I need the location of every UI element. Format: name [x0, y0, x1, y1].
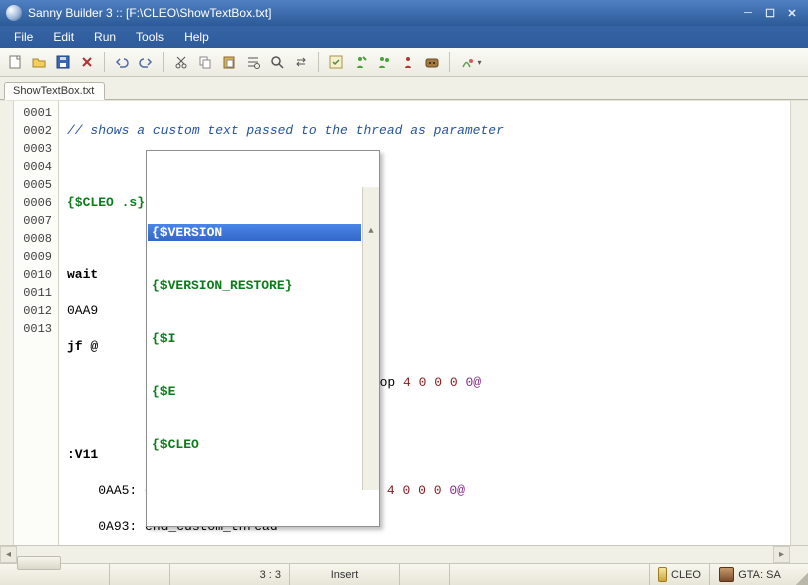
- close-file-button[interactable]: [76, 51, 98, 73]
- status-cell: [400, 564, 450, 585]
- toolbar-separator: [449, 52, 450, 72]
- scroll-up-icon[interactable]: ▲: [363, 223, 379, 238]
- vertical-scrollbar[interactable]: [790, 101, 808, 545]
- close-button[interactable]: ✕: [782, 5, 802, 21]
- decompile-button[interactable]: [397, 51, 419, 73]
- toolbar-separator: [318, 52, 319, 72]
- title-bar: Sanny Builder 3 :: [F:\CLEO\ShowTextBox.…: [0, 0, 808, 26]
- autocomplete-scrollbar[interactable]: ▲: [362, 187, 379, 490]
- compile-and-run-button[interactable]: [373, 51, 395, 73]
- editor: 000100020003 000400050006 000700080009 0…: [0, 100, 808, 545]
- game-icon: [719, 567, 734, 582]
- replace-button[interactable]: [290, 51, 312, 73]
- autocomplete-popup[interactable]: {$VERSION {$VERSION_RESTORE} {$I {$E {$C…: [146, 150, 380, 527]
- scroll-left-button[interactable]: ◂: [0, 546, 17, 563]
- window-title: Sanny Builder 3 :: [F:\CLEO\ShowTextBox.…: [28, 6, 736, 20]
- menu-run[interactable]: Run: [84, 28, 126, 46]
- resize-grip[interactable]: [790, 564, 808, 585]
- autocomplete-item[interactable]: {$VERSION: [148, 224, 361, 241]
- app-icon: [6, 5, 22, 21]
- autocomplete-list: {$VERSION {$VERSION_RESTORE} {$I {$E {$C…: [147, 187, 362, 490]
- scroll-thumb[interactable]: [17, 556, 61, 570]
- run-button[interactable]: [349, 51, 371, 73]
- cleo-icon: [658, 567, 667, 582]
- autocomplete-item[interactable]: {$E: [148, 383, 361, 400]
- scroll-right-button[interactable]: ▸: [773, 546, 790, 563]
- tab-label: ShowTextBox.txt: [13, 85, 94, 97]
- toolbar-separator: [163, 52, 164, 72]
- menu-help[interactable]: Help: [174, 28, 219, 46]
- save-file-button[interactable]: [52, 51, 74, 73]
- undo-button[interactable]: [111, 51, 133, 73]
- menu-bar: File Edit Run Tools Help: [0, 26, 808, 48]
- app-window: Sanny Builder 3 :: [F:\CLEO\ShowTextBox.…: [0, 0, 808, 585]
- tab-strip: ShowTextBox.txt: [0, 77, 808, 100]
- maximize-button[interactable]: ☐: [760, 5, 780, 21]
- autocomplete-item[interactable]: {$CLEO: [148, 436, 361, 453]
- search-button[interactable]: [266, 51, 288, 73]
- menu-file[interactable]: File: [4, 28, 43, 46]
- bookmark-gutter[interactable]: [0, 101, 14, 545]
- status-game[interactable]: GTA: SA: [710, 564, 790, 585]
- open-file-button[interactable]: [28, 51, 50, 73]
- status-cleo[interactable]: CLEO: [650, 564, 710, 585]
- menu-tools[interactable]: Tools: [126, 28, 174, 46]
- find-button[interactable]: [242, 51, 264, 73]
- status-insert-mode: Insert: [290, 564, 400, 585]
- horizontal-scrollbar[interactable]: ◂ ▸: [0, 545, 808, 563]
- new-file-button[interactable]: [4, 51, 26, 73]
- compile-button[interactable]: [325, 51, 347, 73]
- toolbar: ▾: [0, 48, 808, 77]
- run-game-button[interactable]: [421, 51, 443, 73]
- code-area[interactable]: // shows a custom text passed to the thr…: [59, 101, 790, 545]
- line-number-gutter: 000100020003 000400050006 000700080009 0…: [14, 101, 59, 545]
- status-cell: [110, 564, 170, 585]
- minimize-button[interactable]: ─: [738, 5, 758, 21]
- menu-edit[interactable]: Edit: [43, 28, 84, 46]
- cut-button[interactable]: [170, 51, 192, 73]
- autocomplete-item[interactable]: {$VERSION_RESTORE}: [148, 277, 361, 294]
- paste-button[interactable]: [218, 51, 240, 73]
- status-cursor: 3 : 3: [170, 564, 290, 585]
- toolbar-separator: [104, 52, 105, 72]
- status-bar: 3 : 3 Insert CLEO GTA: SA: [0, 563, 808, 585]
- options-button[interactable]: ▾: [456, 51, 486, 73]
- status-message: [450, 564, 650, 585]
- autocomplete-item[interactable]: {$I: [148, 330, 361, 347]
- copy-button[interactable]: [194, 51, 216, 73]
- redo-button[interactable]: [135, 51, 157, 73]
- tab-active[interactable]: ShowTextBox.txt: [4, 82, 105, 100]
- dropdown-arrow-icon: ▾: [477, 58, 481, 67]
